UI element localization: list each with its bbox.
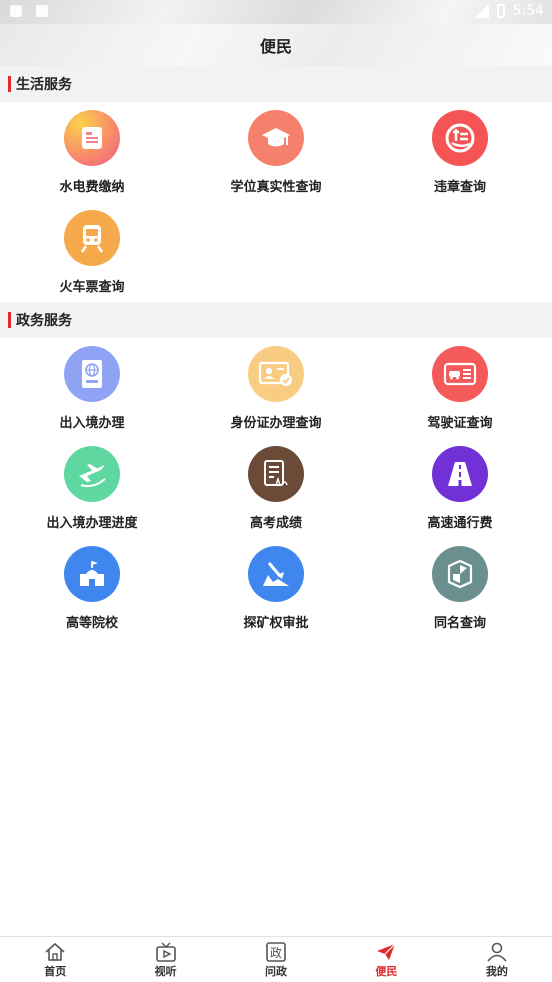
service-item-exit-entry-progress[interactable]: 出入境办理进度 xyxy=(0,438,184,538)
tab-profile[interactable]: 我的 xyxy=(442,937,552,982)
notification-icon xyxy=(10,5,22,17)
graduation-cap-icon xyxy=(248,110,304,166)
status-time: 5:54 xyxy=(512,3,544,19)
violation-icon xyxy=(432,110,488,166)
service-item-driver-license[interactable]: 驾驶证查询 xyxy=(368,338,552,438)
battery-icon xyxy=(496,4,505,18)
notification-icon xyxy=(36,5,48,17)
tab-video[interactable]: 视听 xyxy=(110,937,220,982)
home-icon xyxy=(45,942,65,961)
mining-icon xyxy=(248,546,304,602)
service-item-same-name[interactable]: 同名查询 xyxy=(368,538,552,638)
tab-services[interactable]: 便民 xyxy=(331,937,441,982)
user-icon xyxy=(487,942,507,962)
service-label: 出入境办理 xyxy=(59,416,125,431)
service-label: 高速通行费 xyxy=(427,516,493,531)
tab-label: 视听 xyxy=(154,965,177,978)
service-label: 水电费缴纳 xyxy=(59,180,125,195)
university-icon xyxy=(64,546,120,602)
tab-label: 我的 xyxy=(485,965,508,978)
id-card-icon xyxy=(248,346,304,402)
airplane-icon xyxy=(64,446,120,502)
service-item-degree-verify[interactable]: 学位真实性查询 xyxy=(184,102,368,202)
tab-politics[interactable]: 政 问政 xyxy=(221,937,331,982)
bottom-tab-bar: 首页 视听 政 问政 便民 我的 xyxy=(0,936,552,982)
service-label: 违章查询 xyxy=(433,180,486,195)
tab-label: 问政 xyxy=(265,965,288,978)
tab-home[interactable]: 首页 xyxy=(0,937,110,982)
section-header-government: 政务服务 xyxy=(0,302,552,338)
signal-icon xyxy=(474,4,489,18)
page-title: 便民 xyxy=(259,37,292,56)
service-item-mining-approval[interactable]: 探矿权审批 xyxy=(184,538,368,638)
politics-icon: 政 xyxy=(266,942,286,962)
service-item-exam-score[interactable]: 高考成绩 xyxy=(184,438,368,538)
section-title: 政务服务 xyxy=(16,313,72,329)
svg-text:政: 政 xyxy=(270,946,282,960)
life-services-grid: 水电费缴纳 学位真实性查询 违章查询 火车票查询 xyxy=(0,102,552,302)
service-item-violation[interactable]: 违章查询 xyxy=(368,102,552,202)
service-label: 同名查询 xyxy=(433,616,486,631)
government-services-grid: 出入境办理 身份证办理查询 驾驶证查询 出入境办理进度 高考成绩 高速通行费 高… xyxy=(0,338,552,638)
passport-icon xyxy=(64,346,120,402)
tab-label: 首页 xyxy=(44,965,67,978)
service-label: 高等院校 xyxy=(65,616,118,631)
train-icon xyxy=(64,210,120,266)
status-bar: 5:54 xyxy=(0,0,552,24)
driver-license-icon xyxy=(432,346,488,402)
section-header-life: 生活服务 xyxy=(0,66,552,102)
service-item-highway-toll[interactable]: 高速通行费 xyxy=(368,438,552,538)
service-label: 高考成绩 xyxy=(249,516,302,531)
service-item-exit-entry[interactable]: 出入境办理 xyxy=(0,338,184,438)
service-item-train-ticket[interactable]: 火车票查询 xyxy=(0,202,184,302)
service-label: 出入境办理进度 xyxy=(46,516,138,531)
service-label: 学位真实性查询 xyxy=(230,180,322,195)
service-item-id-card[interactable]: 身份证办理查询 xyxy=(184,338,368,438)
page-title-bar: 便民 xyxy=(0,24,552,66)
service-label: 驾驶证查询 xyxy=(427,416,493,431)
exam-score-icon xyxy=(248,446,304,502)
service-label: 身份证办理查询 xyxy=(230,416,322,431)
shield-icon xyxy=(432,546,488,602)
section-accent-bar xyxy=(8,76,11,92)
section-title: 生活服务 xyxy=(16,77,72,93)
section-accent-bar xyxy=(8,312,11,328)
bill-icon xyxy=(64,110,120,166)
service-label: 火车票查询 xyxy=(59,280,125,295)
paper-plane-icon xyxy=(377,943,396,960)
service-label: 探矿权审批 xyxy=(243,616,309,631)
service-item-utility-bill[interactable]: 水电费缴纳 xyxy=(0,102,184,202)
highway-icon xyxy=(432,446,488,502)
tv-icon xyxy=(155,942,176,962)
tab-label: 便民 xyxy=(375,965,398,978)
service-item-university[interactable]: 高等院校 xyxy=(0,538,184,638)
